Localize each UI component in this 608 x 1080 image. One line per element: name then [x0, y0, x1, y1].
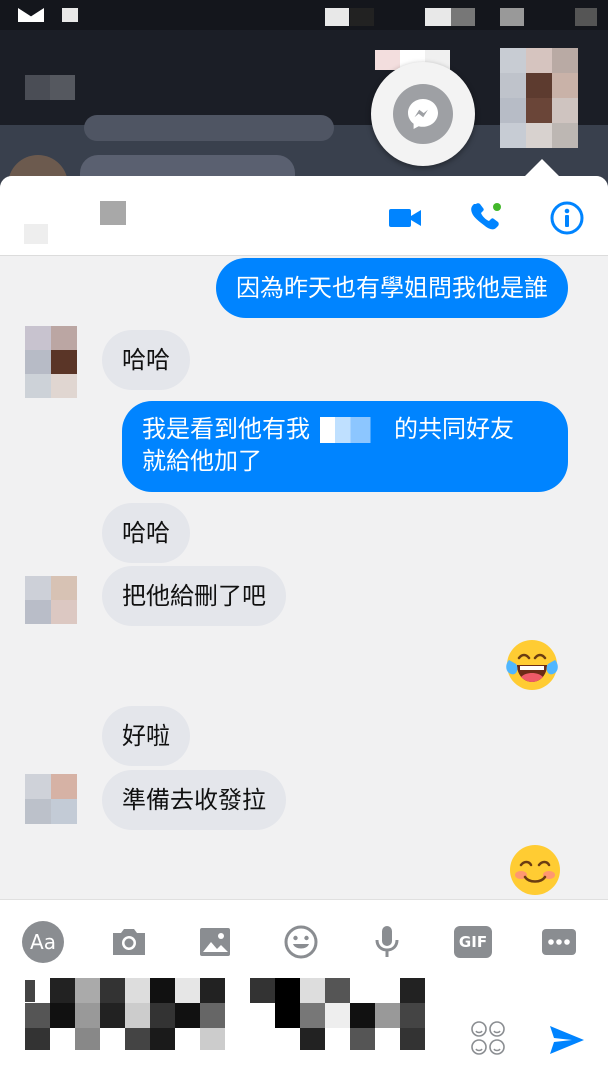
signal-icon: [425, 8, 451, 26]
message-text-line2: 就給他加了: [142, 447, 262, 475]
message-text: 準備去收發拉: [122, 786, 266, 814]
face-with-tears-of-joy-emoji[interactable]: [505, 638, 559, 692]
message-text: 好啦: [122, 722, 170, 750]
camera-button[interactable]: [107, 920, 151, 964]
message-text: 因為昨天也有學姐問我他是誰: [236, 274, 548, 302]
aa-label: Aa: [30, 930, 56, 954]
video-camera-icon: [389, 209, 421, 227]
info-icon: [550, 201, 584, 235]
message-text-part: 的共同好友: [394, 415, 514, 443]
gif-icon: GIF: [454, 926, 492, 958]
emoji-icon: [284, 925, 318, 959]
video-call-button[interactable]: [385, 198, 425, 238]
camera-icon: [113, 929, 145, 955]
message-composer: Aa GIF: [0, 899, 608, 1080]
message-text: 哈哈: [122, 346, 170, 374]
clock-icon: [575, 8, 597, 26]
received-message[interactable]: 把他給刪了吧: [102, 566, 286, 626]
status-icon-2: [350, 8, 374, 26]
text-formatting-button[interactable]: Aa: [21, 920, 65, 964]
message-text-part: 我是看到他有我: [142, 415, 310, 443]
voice-call-button[interactable]: [466, 198, 506, 238]
photo-gallery-button[interactable]: [193, 920, 237, 964]
sent-message[interactable]: 我是看到他有我 的共同好友 就給他加了: [122, 401, 568, 492]
send-button[interactable]: [548, 1024, 586, 1060]
received-message[interactable]: 準備去收發拉: [102, 770, 286, 830]
conversation-header: [0, 176, 608, 256]
wifi-icon: [451, 8, 475, 26]
image-icon: [200, 928, 230, 956]
voice-message-button[interactable]: [365, 920, 409, 964]
sent-message[interactable]: 因為昨天也有學姐問我他是誰: [216, 258, 568, 318]
smiling-face-with-smiling-eyes-emoji[interactable]: [508, 843, 562, 897]
microphone-icon: [375, 926, 399, 957]
contact-message-avatar[interactable]: [25, 774, 77, 824]
gif-button[interactable]: GIF: [451, 920, 495, 964]
conversation-info-button[interactable]: [547, 198, 587, 238]
emoji-button[interactable]: [279, 920, 323, 964]
messenger-chat-head[interactable]: [371, 62, 475, 166]
status-icon-1: [325, 8, 349, 26]
message-text: 把他給刪了吧: [122, 582, 266, 610]
status-bar: [0, 0, 608, 30]
sticker-button[interactable]: [470, 1020, 506, 1060]
notification-icon: [62, 8, 78, 22]
contact-avatar[interactable]: [24, 224, 48, 244]
sticker-faces-icon: [471, 1021, 505, 1055]
received-message[interactable]: 哈哈: [102, 503, 190, 563]
message-text: 哈哈: [122, 519, 170, 547]
battery-icon: [500, 8, 524, 26]
received-message[interactable]: 好啦: [102, 706, 190, 766]
more-icon: [542, 929, 576, 955]
aa-icon: Aa: [22, 921, 64, 963]
contact-message-avatar[interactable]: [25, 576, 77, 624]
mail-notification-icon: [18, 8, 44, 22]
messenger-icon: [393, 84, 453, 144]
send-icon: [550, 1026, 584, 1054]
phone-icon: [471, 203, 501, 230]
gif-label: GIF: [458, 933, 488, 951]
contact-name[interactable]: [100, 201, 126, 225]
redacted-text: [310, 417, 394, 443]
more-options-button[interactable]: [537, 920, 581, 964]
message-text: 我是看到他有我 的共同好友: [142, 413, 548, 445]
received-message[interactable]: 哈哈: [102, 330, 190, 390]
contact-chat-head-avatar[interactable]: [500, 48, 578, 148]
message-draft-input[interactable]: [20, 972, 430, 1080]
contact-message-avatar[interactable]: [25, 326, 77, 398]
